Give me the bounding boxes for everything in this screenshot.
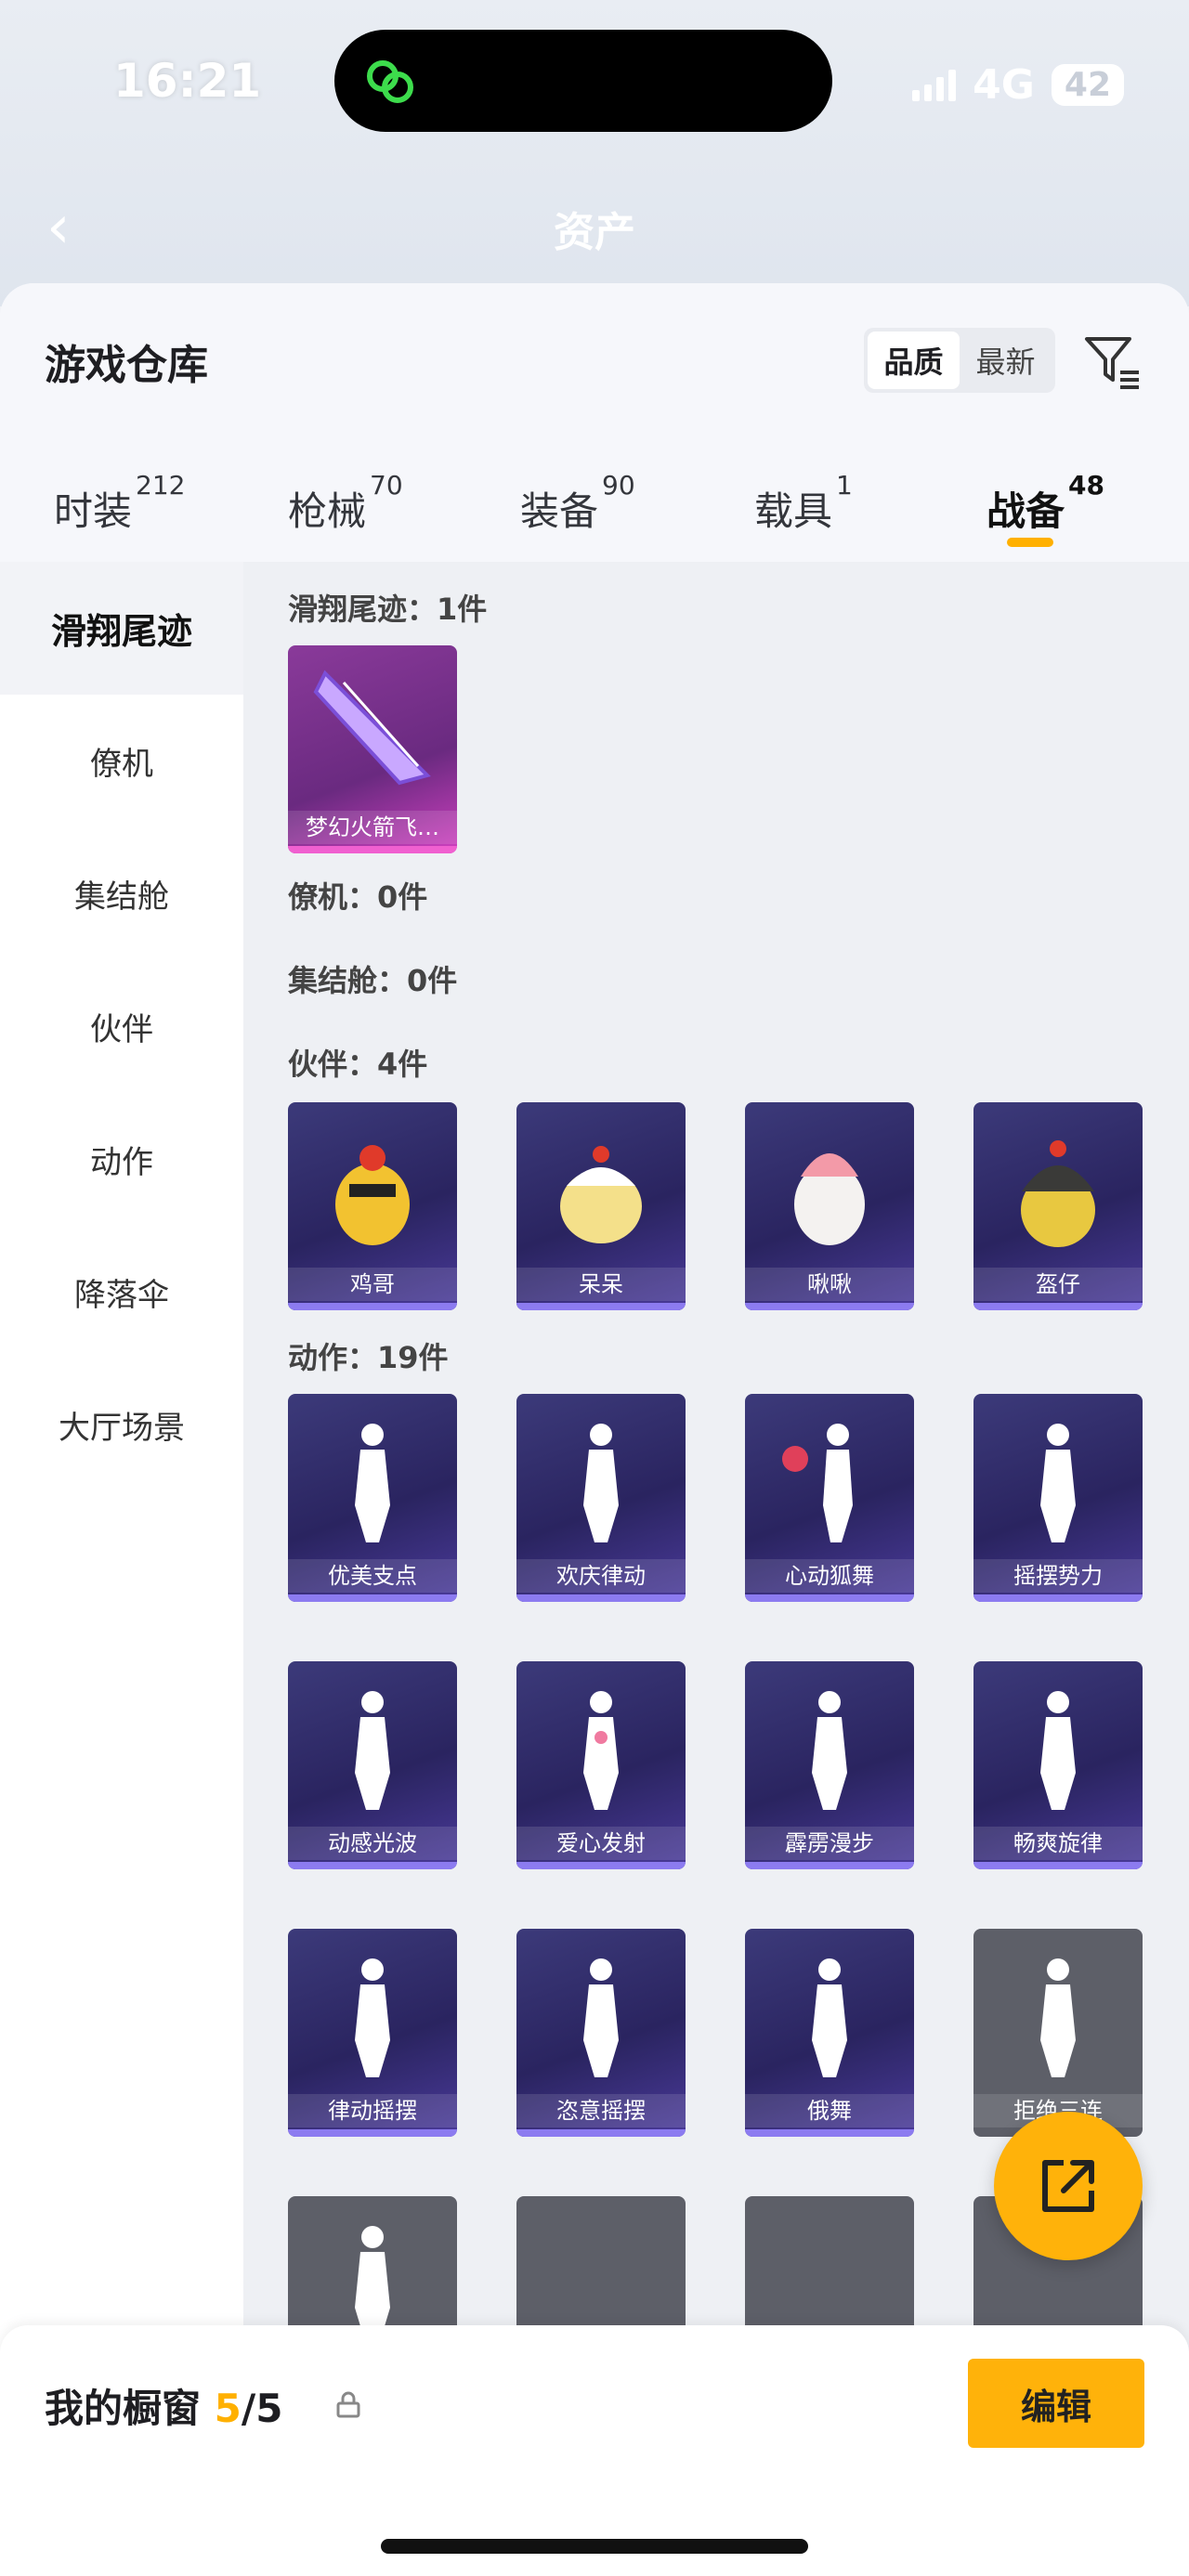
dancer-icon <box>583 1424 619 1542</box>
item-card[interactable]: 梦幻火箭飞… <box>288 645 457 853</box>
sidebar-item-glide-trail[interactable]: 滑翔尾迹 <box>0 562 243 695</box>
sort-quality-option[interactable]: 品质 <box>868 332 960 389</box>
dynamic-island <box>334 30 832 132</box>
tab-gear[interactable]: 装备90 <box>520 470 635 564</box>
item-card[interactable]: 动感光波 <box>288 1661 457 1869</box>
tab-fashion[interactable]: 时装212 <box>54 470 185 564</box>
item-label: 俄舞 <box>745 2094 914 2127</box>
sidebar: 滑翔尾迹 僚机 集结舱 伙伴 动作 降落伞 大厅场景 <box>0 562 243 2576</box>
item-card[interactable]: 鸡哥 <box>288 1102 457 1310</box>
item-label: 鸡哥 <box>288 1268 457 1301</box>
dancer-icon <box>583 1958 619 2077</box>
item-card[interactable]: 拒绝三连 <box>973 1929 1143 2137</box>
dancer-icon <box>1040 1424 1076 1542</box>
item-card[interactable]: 呆呆 <box>516 1102 686 1310</box>
share-icon <box>1042 2160 1094 2212</box>
filter-icon[interactable] <box>1081 330 1143 391</box>
item-label: 啾啾 <box>745 1268 914 1301</box>
item-card[interactable]: 优美支点 <box>288 1394 457 1602</box>
chicken-icon <box>335 1145 410 1245</box>
item-label: 霹雳漫步 <box>745 1827 914 1860</box>
item-label: 呆呆 <box>516 1268 686 1301</box>
network-label: 4G <box>973 61 1035 109</box>
edit-button[interactable]: 编辑 <box>968 2359 1144 2448</box>
item-card[interactable]: 盔仔 <box>973 1102 1143 1310</box>
glider-icon <box>313 670 431 786</box>
item-content: 滑翔尾迹：1件 梦幻火箭飞… 僚机：0件 集结舱：0件 伙伴：4件 鸡哥 呆呆 <box>243 562 1189 2576</box>
item-card[interactable]: 啾啾 <box>745 1102 914 1310</box>
tab-vehicles[interactable]: 载具1 <box>754 470 853 564</box>
sort-toggle: 品质 最新 <box>864 328 1055 393</box>
item-card[interactable]: 心动狐舞 <box>745 1394 914 1602</box>
sheet-header: 游戏仓库 品质 最新 时装212 枪械70 装备90 载具1 战备48 <box>0 283 1189 562</box>
item-label: 摇摆势力 <box>973 1559 1143 1593</box>
dancer-icon <box>355 1958 390 2077</box>
sort-latest-option[interactable]: 最新 <box>960 332 1052 389</box>
item-card[interactable]: 霹雳漫步 <box>745 1661 914 1869</box>
section-title-assembly-pod: 集结舱：0件 <box>288 963 458 998</box>
item-label: 爱心发射 <box>516 1827 686 1860</box>
sidebar-item-wingman[interactable]: 僚机 <box>0 695 243 827</box>
item-label: 盔仔 <box>973 1268 1143 1301</box>
nav-title: 资产 <box>554 209 635 256</box>
item-label: 律动摇摆 <box>288 2094 457 2127</box>
section-title-glide-trail: 滑翔尾迹：1件 <box>288 592 488 627</box>
tab-battle-prep[interactable]: 战备48 <box>986 470 1104 564</box>
sidebar-item-lobby-scene[interactable]: 大厅场景 <box>0 1359 243 1491</box>
nav-bar: ‹ 资产 <box>37 186 1152 262</box>
dancer-icon <box>355 1424 390 1542</box>
battery-icon: 42 <box>1051 64 1124 106</box>
item-card[interactable]: 律动摇摆 <box>288 1929 457 2137</box>
item-card[interactable]: 欢庆律动 <box>516 1394 686 1602</box>
section-title-wingman: 僚机：0件 <box>288 879 428 915</box>
sidebar-item-parachute[interactable]: 降落伞 <box>0 1226 243 1359</box>
item-card[interactable]: 摇摆势力 <box>973 1394 1143 1602</box>
dancer-icon <box>782 1424 853 1542</box>
item-card[interactable]: 爱心发射 <box>516 1661 686 1869</box>
chick-icon <box>560 1146 642 1243</box>
dancer-icon <box>583 1691 619 1810</box>
item-label: 心动狐舞 <box>745 1559 914 1593</box>
item-label: 畅爽旋律 <box>973 1827 1143 1860</box>
item-label: 动感光波 <box>288 1827 457 1860</box>
section-title-companion: 伙伴：4件 <box>288 1047 428 1082</box>
dancer-icon <box>1040 1958 1076 2077</box>
home-indicator <box>381 2539 808 2554</box>
dancer-icon <box>812 1691 847 1810</box>
link-icon <box>367 60 413 103</box>
item-label: 优美支点 <box>288 1559 457 1593</box>
tab-guns[interactable]: 枪械70 <box>288 470 403 564</box>
dancer-icon <box>1040 1691 1076 1810</box>
bird-icon <box>794 1153 865 1245</box>
status-bar: 16:21 4G 42 <box>0 30 1189 132</box>
sidebar-item-assembly-pod[interactable]: 集结舱 <box>0 827 243 960</box>
active-tab-indicator <box>1007 538 1053 547</box>
item-card[interactable]: 俄舞 <box>745 1929 914 2137</box>
signal-icon <box>912 69 957 101</box>
warehouse-title: 游戏仓库 <box>45 342 208 389</box>
sidebar-item-emote[interactable]: 动作 <box>0 1093 243 1226</box>
lock-icon <box>336 2391 360 2418</box>
dancer-icon <box>812 1958 847 2077</box>
helmet-chick-icon <box>1021 1140 1095 1247</box>
dancer-icon <box>355 1691 390 1810</box>
item-card[interactable]: 恣意摇摆 <box>516 1929 686 2137</box>
item-label: 梦幻火箭飞… <box>288 811 457 844</box>
showcase-count: 5/5 <box>214 2386 283 2431</box>
section-title-emote: 动作：19件 <box>288 1340 449 1375</box>
showcase-title: 我的橱窗 <box>45 2386 202 2431</box>
item-card[interactable]: 畅爽旋律 <box>973 1661 1143 1869</box>
category-tabs: 时装212 枪械70 装备90 载具1 战备48 <box>0 469 1189 562</box>
share-button[interactable] <box>994 2112 1143 2260</box>
status-time: 16:21 <box>113 54 262 108</box>
sidebar-item-companion[interactable]: 伙伴 <box>0 960 243 1093</box>
item-label: 恣意摇摆 <box>516 2094 686 2127</box>
item-label: 欢庆律动 <box>516 1559 686 1593</box>
